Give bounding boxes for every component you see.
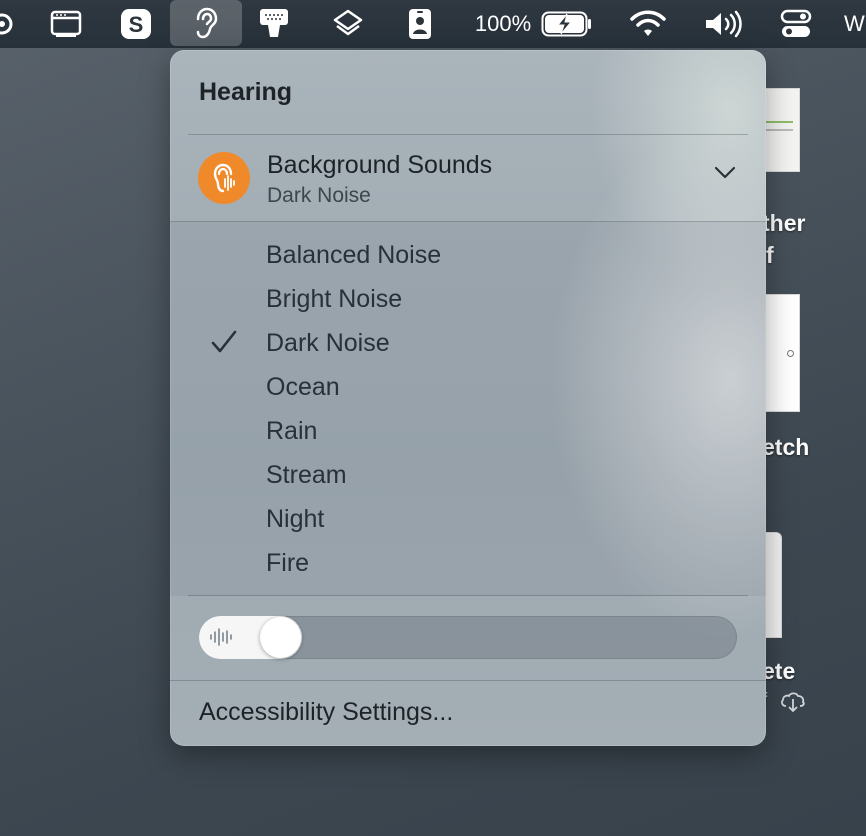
svg-text:S: S	[129, 12, 144, 37]
sound-option[interactable]: Stream	[266, 461, 347, 490]
checkmark-icon	[211, 330, 237, 359]
sound-option[interactable]: Dark Noise	[266, 329, 390, 358]
menubar-edge-text: W	[844, 11, 865, 36]
background-sounds-title: Background Sounds	[267, 151, 493, 179]
desktop-file-label[interactable]: ther	[762, 210, 805, 237]
layers-icon[interactable]	[330, 0, 366, 48]
background-sounds-row[interactable]: Background Sounds Dark Noise	[170, 136, 766, 222]
hearing-icon[interactable]	[170, 0, 242, 46]
sound-option[interactable]: Rain	[266, 417, 317, 446]
background-sounds-selected: Dark Noise	[267, 184, 371, 207]
s-app-icon[interactable]: S	[118, 0, 154, 48]
sync-icon[interactable]	[0, 0, 16, 48]
hearing-panel: Hearing Background Sounds Dark Noise Bal…	[170, 50, 766, 746]
menu-bar: S 100% W	[0, 0, 866, 48]
desktop-file-label[interactable]: ete	[762, 658, 795, 685]
battery-charging-icon[interactable]	[540, 0, 594, 48]
divider	[188, 595, 748, 596]
control-center-icon[interactable]	[778, 0, 814, 48]
volume-icon[interactable]	[702, 0, 744, 48]
display-icon[interactable]	[256, 0, 292, 48]
chevron-down-icon[interactable]	[714, 166, 736, 185]
divider	[170, 680, 766, 681]
sound-option[interactable]: Balanced Noise	[266, 241, 441, 270]
volume-slider-knob[interactable]	[260, 617, 301, 658]
icloud-download-icon	[780, 690, 806, 719]
sound-option[interactable]: Night	[266, 505, 324, 534]
wifi-icon[interactable]	[628, 0, 668, 48]
battery-percent: 100%	[474, 11, 532, 36]
divider	[188, 134, 748, 135]
ear-waveform-icon	[198, 152, 250, 204]
sound-option[interactable]: Fire	[266, 549, 309, 578]
badge-icon[interactable]	[404, 0, 436, 48]
waveform-icon	[209, 626, 233, 653]
sound-option[interactable]: Ocean	[266, 373, 340, 402]
accessibility-settings-link[interactable]: Accessibility Settings...	[199, 698, 453, 727]
window-icon[interactable]	[48, 0, 84, 48]
volume-slider[interactable]	[199, 616, 737, 659]
desktop-file-label[interactable]: f	[766, 242, 774, 269]
panel-title: Hearing	[199, 78, 293, 106]
sound-options-list: Balanced Noise Bright Noise Dark Noise O…	[170, 222, 766, 596]
desktop-file-label[interactable]: etch	[762, 434, 809, 461]
sound-option[interactable]: Bright Noise	[266, 285, 402, 314]
